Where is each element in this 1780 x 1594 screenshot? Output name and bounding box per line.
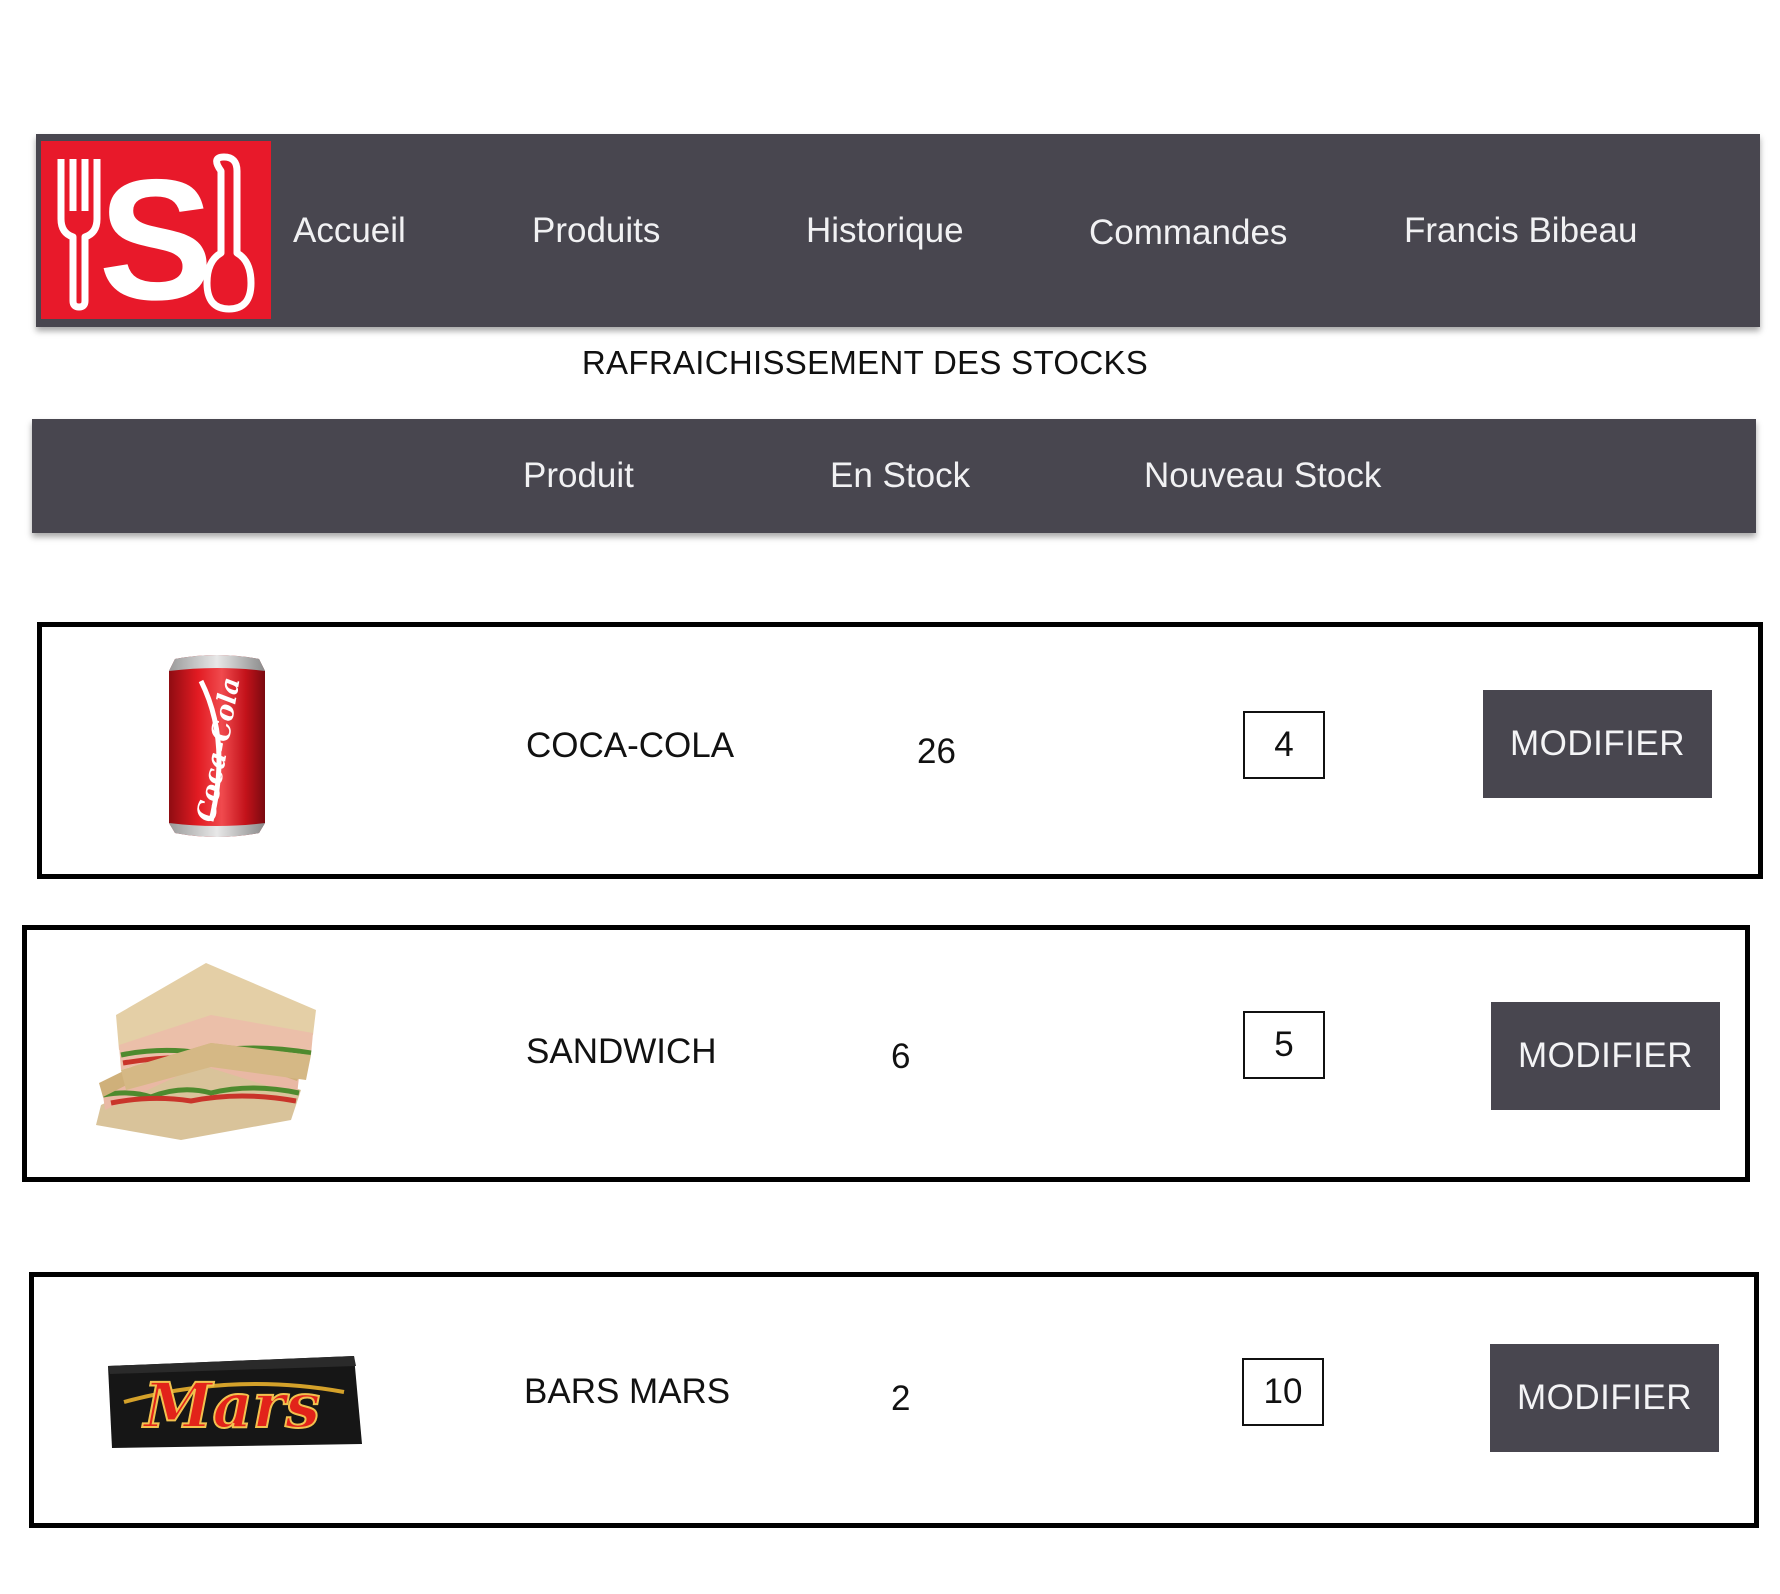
in-stock-value: 2	[891, 1379, 911, 1418]
sandwich-icon	[91, 955, 341, 1150]
svg-text:Mars: Mars	[142, 1369, 320, 1442]
product-name: BARS MARS	[524, 1372, 731, 1411]
in-stock-value: 26	[917, 732, 956, 771]
header-en-stock: En Stock	[830, 456, 971, 495]
modifier-button[interactable]: MODIFIER	[1483, 690, 1712, 798]
mars-bar-icon: Mars	[104, 1352, 366, 1457]
modifier-button[interactable]: MODIFIER	[1490, 1344, 1719, 1452]
product-name: SANDWICH	[526, 1032, 717, 1071]
new-stock-input[interactable]	[1243, 711, 1325, 779]
top-navbar: S Accueil Produits Historique Commandes …	[36, 134, 1760, 327]
new-stock-input[interactable]	[1243, 1011, 1325, 1079]
header-nouveau-stock: Nouveau Stock	[1144, 456, 1382, 495]
nav-user-francis-bibeau[interactable]: Francis Bibeau	[1404, 134, 1637, 327]
modifier-button[interactable]: MODIFIER	[1491, 1002, 1720, 1110]
table-header: Produit En Stock Nouveau Stock	[32, 419, 1756, 533]
nav-produits[interactable]: Produits	[532, 134, 660, 327]
nav-historique[interactable]: Historique	[806, 134, 964, 327]
table-row: SANDWICH 6 MODIFIER	[22, 925, 1750, 1182]
table-row: Coca-Cola COCA-COLA 26 MODIFIER	[37, 622, 1763, 879]
product-name: COCA-COLA	[526, 726, 735, 765]
logo[interactable]: S	[41, 141, 271, 319]
nav-commandes[interactable]: Commandes	[1089, 136, 1287, 329]
svg-text:S: S	[99, 144, 214, 319]
fork-s-spoon-logo-icon: S	[57, 144, 255, 319]
coca-cola-can-icon: Coca-Cola	[161, 651, 273, 846]
header-produit: Produit	[523, 456, 634, 495]
in-stock-value: 6	[891, 1037, 911, 1076]
nav-accueil[interactable]: Accueil	[293, 134, 406, 327]
table-row: Mars BARS MARS 2 MODIFIER	[29, 1272, 1759, 1528]
new-stock-input[interactable]	[1242, 1358, 1324, 1426]
page-title: RAFRAICHISSEMENT DES STOCKS	[581, 344, 1149, 381]
